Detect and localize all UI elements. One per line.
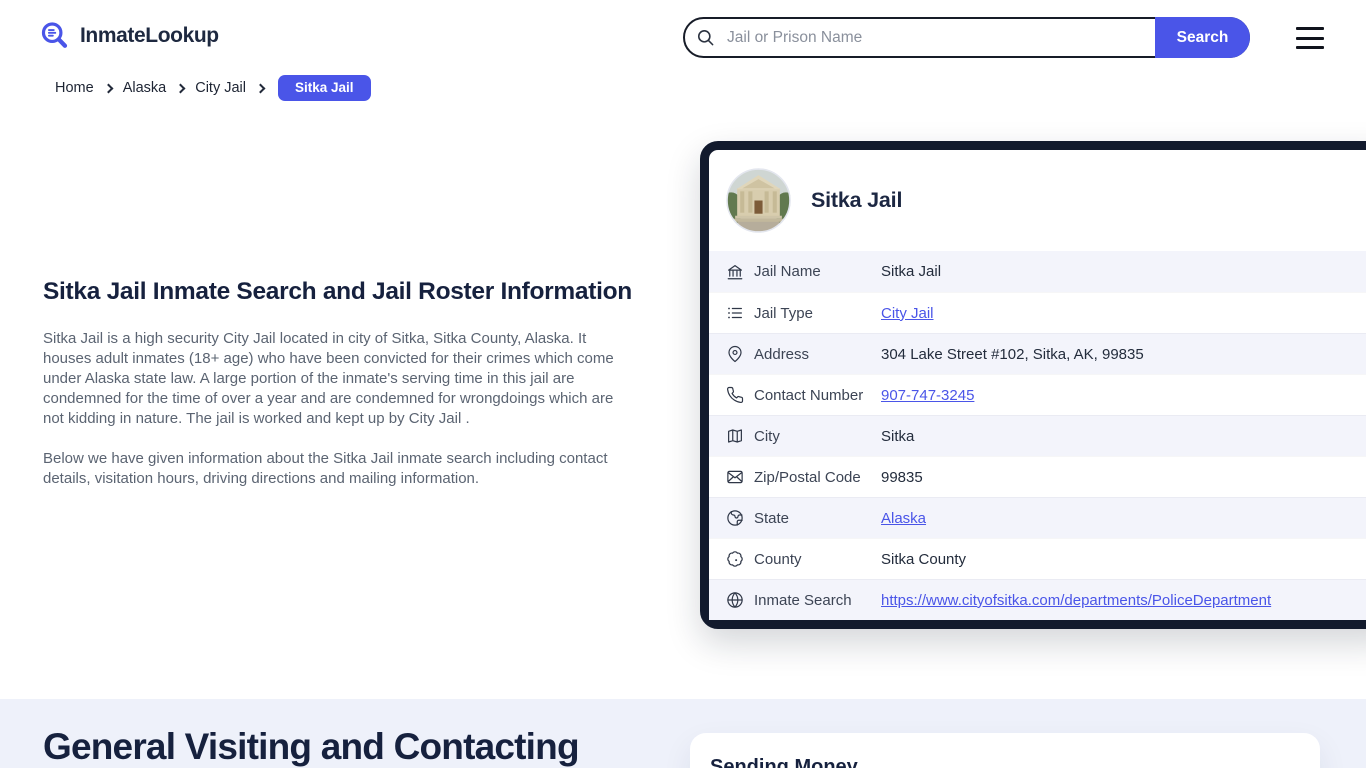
envelope-icon — [726, 468, 744, 486]
menu-icon[interactable] — [1296, 27, 1324, 49]
map-pin-icon — [726, 345, 744, 363]
row-value: 304 Lake Street #102, Sitka, AK, 99835 — [881, 345, 1144, 363]
table-row: Zip/Postal Code 99835 — [709, 456, 1366, 497]
row-label: Jail Type — [754, 304, 813, 322]
breadcrumb-link-home[interactable]: Home — [55, 80, 94, 96]
details-paragraph: Below we have given information about th… — [43, 450, 608, 487]
logo-search-icon — [40, 21, 70, 51]
badge-map-icon — [726, 550, 744, 568]
row-value: Sitka — [881, 427, 915, 445]
row-value: 99835 — [881, 468, 923, 486]
article: Sitka Jail Inmate Search and Jail Roster… — [43, 278, 633, 509]
table-row: Jail Name Sitka Jail — [709, 251, 1366, 292]
row-label: Zip/Postal Code — [754, 468, 861, 486]
table-row: Inmate Search https://www.cityofsitka.com… — [709, 579, 1366, 620]
row-label: Jail Name — [754, 263, 821, 280]
table-row: County Sitka County — [709, 538, 1366, 579]
globe-icon — [726, 509, 744, 527]
sending-money-title: Sending Money — [710, 756, 858, 768]
jail-building-photo — [726, 168, 791, 233]
table-row: City Sitka — [709, 415, 1366, 456]
page: InmateLookup Search Home Alaska City Jail S… — [0, 0, 1366, 768]
row-value: Sitka Jail — [881, 263, 942, 280]
list-icon — [726, 304, 744, 322]
row-value[interactable]: https://www.cityofsitka.com/departments/… — [881, 592, 1271, 609]
row-value[interactable]: Alaska — [881, 510, 926, 527]
chevron-right-icon — [103, 83, 114, 93]
visiting-section: General Visiting and Contacting Sending … — [0, 699, 1366, 768]
row-label: State — [754, 509, 790, 527]
brand-logo[interactable]: InmateLookup — [40, 21, 219, 51]
chevron-right-icon — [255, 83, 266, 93]
row-label: County — [754, 550, 802, 568]
table-row: State Alaska — [709, 497, 1366, 538]
visiting-heading: General Visiting and Contacting — [43, 726, 580, 767]
table-row: Contact Number 907-747-3245 — [709, 374, 1366, 415]
row-value[interactable]: 907-747-3245 — [881, 387, 974, 404]
row-label: Contact Number — [754, 386, 864, 404]
jail-info-table: Jail Name Sitka Jail Jail Type City Jail Add… — [709, 251, 1366, 620]
search-button[interactable]: Search — [1155, 17, 1250, 58]
row-label: City — [754, 427, 780, 445]
breadcrumb-current-badge: Sitka Jail — [277, 75, 371, 101]
breadcrumb-link-alaska[interactable]: Alaska — [123, 80, 167, 96]
jail-card-title: Sitka Jail — [811, 188, 903, 212]
sending-money-card: Sending Money — [690, 733, 1320, 768]
row-label: Address — [754, 345, 810, 363]
bank-icon — [726, 263, 744, 281]
phone-icon — [726, 386, 744, 404]
map-icon — [726, 427, 744, 445]
breadcrumb: Home Alaska City Jail Sitka Jail — [55, 75, 371, 101]
table-row: Jail Type City Jail — [709, 292, 1366, 333]
row-value: Sitka County — [881, 550, 967, 568]
row-value[interactable]: City Jail — [881, 305, 934, 322]
row-label: Inmate Search — [754, 591, 852, 609]
table-row: Address 304 Lake Street #102, Sitka, AK, … — [709, 333, 1366, 374]
breadcrumb-link-city-jail[interactable]: City Jail — [195, 80, 246, 96]
page-title: Sitka Jail Inmate Search and Jail Roster… — [43, 278, 632, 305]
search-bar: Search — [683, 17, 1250, 58]
globe-grid-icon — [726, 591, 744, 609]
brand-name: InmateLookup — [80, 24, 219, 47]
jail-card-header: Sitka Jail — [709, 150, 1366, 251]
chevron-right-icon — [175, 83, 186, 93]
intro-paragraph: Sitka Jail is a high security City Jail … — [43, 330, 614, 427]
jail-info-card: Sitka Jail Jail Name Sitka Jail Jail Type C… — [700, 141, 1366, 629]
